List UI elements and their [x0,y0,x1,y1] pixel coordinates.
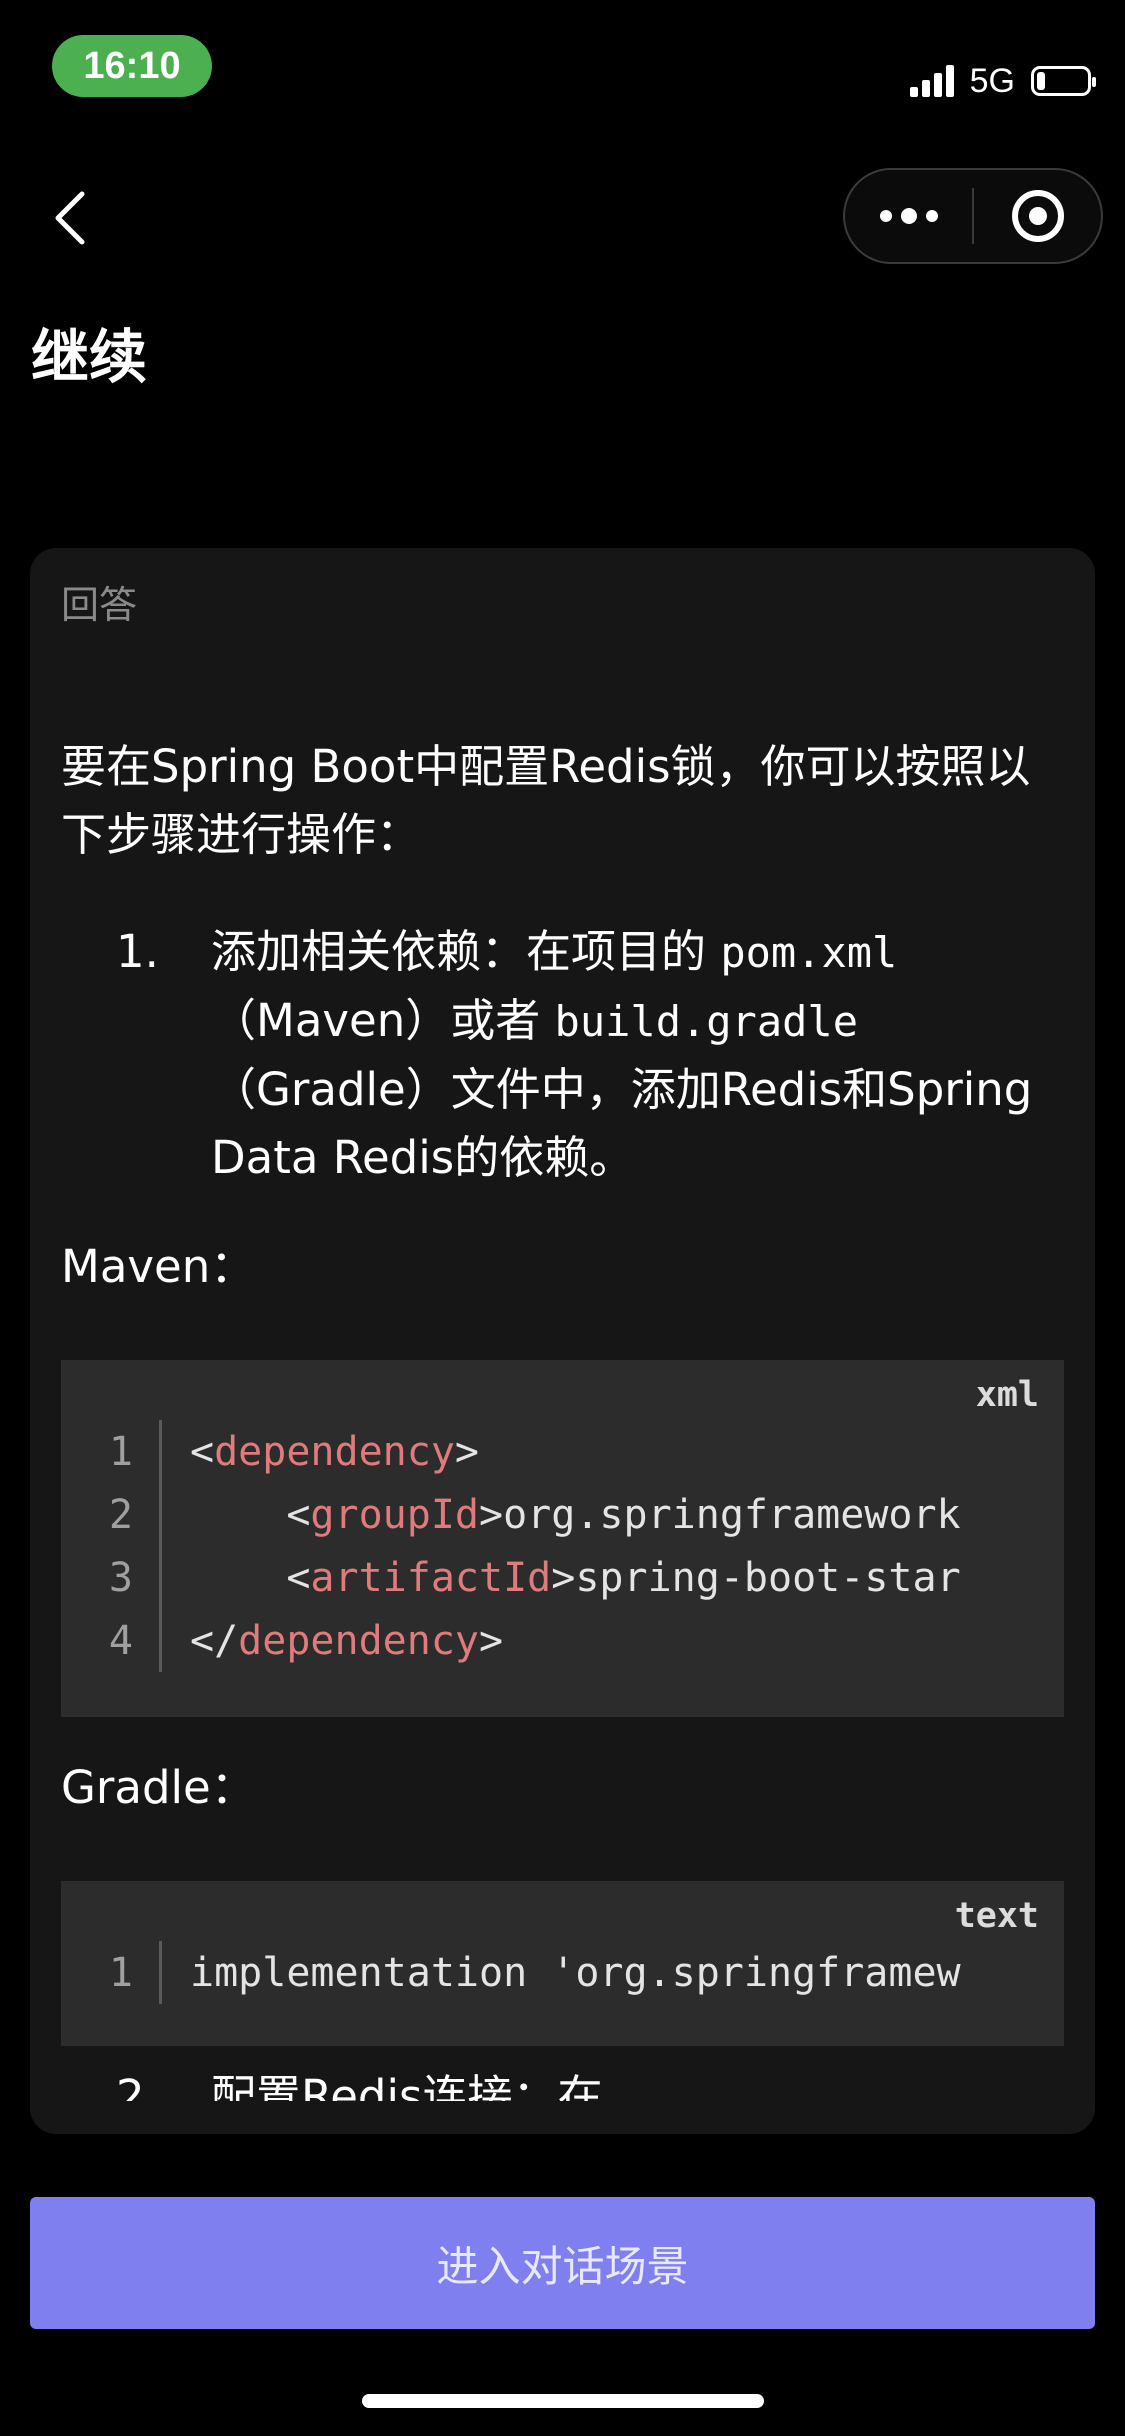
xml-tag-name: dependency [238,1617,479,1664]
line-separator [159,1609,162,1672]
code-line: 1 <dependency> [61,1420,1024,1483]
line-number: 3 [108,1554,133,1601]
line-separator [159,1420,162,1483]
step-2-body: 配置Redis连接：在 [211,2070,603,2101]
code-text: <artifactId>spring-boot-star [190,1554,961,1601]
gradle-label: Gradle： [61,1761,256,1814]
enter-dialog-scene-button[interactable]: 进入对话场景 [30,2197,1095,2329]
code-lines: 1 <dependency> 2 <groupId>org.springframew… [61,1420,1024,1672]
code-line: 1 implementation 'org.springframew [61,1941,1024,2004]
maven-code-block: xml 1 <dependency> 2 <groupId>org.springfr… [61,1360,1064,1717]
answer-scroll-area: Maven： xml 1 <dependency> 2 <groupId>org.s… [61,548,1064,2101]
line-number: 1 [108,1949,133,1996]
code-text: <groupId>org.springframework [190,1491,961,1538]
code-lines: 1 implementation 'org.springframew [61,1941,1024,2004]
status-time: 16:10 [52,35,212,97]
gradle-code-block: text 1 implementation 'org.springframew [61,1881,1064,2046]
more-dots-icon [879,208,938,224]
line-separator [159,1546,162,1609]
xml-tag-name: groupId [310,1491,479,1538]
code-line: 3 <artifactId>spring-boot-star [61,1546,1024,1609]
more-button[interactable] [845,170,972,262]
code-language-label[interactable]: xml [976,1372,1039,1418]
code-text: <dependency> [190,1428,480,1475]
home-indicator [362,2394,764,2408]
signal-icon [909,65,954,97]
code-text: </dependency> [190,1617,504,1664]
battery-icon [1031,66,1096,96]
close-mini-program-button[interactable] [974,170,1101,262]
status-indicators: 5G [909,56,1096,106]
code-text: implementation 'org.springframew [190,1949,961,1996]
code-line: 2 <groupId>org.springframework [61,1483,1024,1546]
maven-label: Maven： [61,1240,256,1293]
line-separator [159,1941,162,2004]
list-item-step-2: 2. 配置Redis连接：在 [61,2063,1064,2101]
mini-program-capsule [843,168,1103,264]
line-number: 4 [108,1617,133,1664]
line-number: 2 [108,1491,133,1538]
back-button[interactable] [40,178,100,258]
page-title: 继续 [31,323,148,391]
record-target-icon [1011,190,1064,242]
line-separator [159,1483,162,1546]
chevron-left-icon [55,191,85,245]
xml-tag-name: dependency [214,1428,455,1475]
xml-tag-name: artifactId [310,1554,552,1601]
code-line: 4 </dependency> [61,1609,1024,1672]
code-language-label[interactable]: text [955,1893,1039,1939]
list-number: 2. [116,2070,159,2101]
network-label: 5G [969,61,1015,100]
line-number: 1 [108,1428,133,1475]
